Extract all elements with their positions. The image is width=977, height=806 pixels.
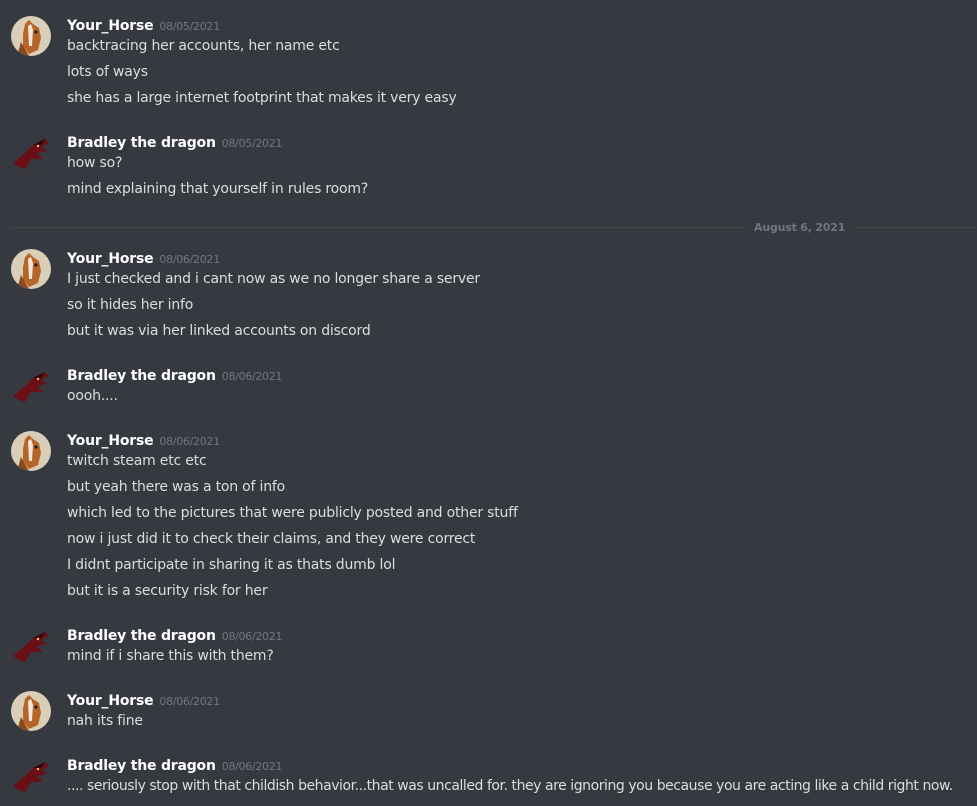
message-header: Bradley the dragon 08/06/2021 (67, 625, 282, 644)
date-divider-label: August 6, 2021 (747, 221, 853, 234)
message-text: but it was via her linked accounts on di… (67, 323, 371, 339)
message-text: oooh.... (67, 388, 118, 404)
message-text: mind explaining that yourself in rules r… (67, 181, 369, 197)
message-text: so it hides her info (67, 297, 194, 313)
username[interactable]: Bradley the dragon (67, 135, 216, 151)
message-text: but it is a security risk for her (67, 583, 268, 599)
username[interactable]: Bradley the dragon (67, 758, 216, 774)
message-text: how so? (67, 155, 123, 171)
message-text: now i just did it to check their claims,… (67, 531, 476, 547)
dragon-avatar-icon[interactable] (11, 756, 51, 796)
message-text: mind if i share this with them? (67, 648, 274, 664)
message-header: Your_Horse 08/06/2021 (67, 690, 220, 709)
username[interactable]: Your_Horse (67, 693, 154, 709)
timestamp: 08/06/2021 (159, 253, 220, 266)
timestamp: 08/06/2021 (159, 695, 220, 708)
horse-avatar-icon[interactable] (11, 16, 51, 56)
message-header: Your_Horse 08/06/2021 (67, 248, 220, 267)
message-text: but yeah there was a ton of info (67, 479, 285, 495)
username[interactable]: Your_Horse (67, 18, 154, 34)
horse-avatar-icon[interactable] (11, 249, 51, 289)
message-header: Bradley the dragon 08/06/2021 (67, 365, 282, 384)
timestamp: 08/06/2021 (159, 435, 220, 448)
message-text: .... seriously stop with that childish b… (67, 778, 953, 794)
message-text: backtracing her accounts, her name etc (67, 38, 340, 54)
username[interactable]: Your_Horse (67, 433, 154, 449)
message-text: I didnt participate in sharing it as tha… (67, 557, 396, 573)
message-header: Your_Horse 08/05/2021 (67, 15, 220, 34)
message-text: I just checked and i cant now as we no l… (67, 271, 480, 287)
timestamp: 08/05/2021 (221, 137, 283, 150)
message-text: she has a large internet footprint that … (67, 90, 457, 106)
message-header: Bradley the dragon 08/06/2021 (67, 755, 282, 774)
message-text: lots of ways (67, 64, 148, 80)
dragon-avatar-icon[interactable] (11, 626, 51, 666)
dragon-avatar-icon[interactable] (11, 366, 51, 406)
timestamp: 08/05/2021 (159, 20, 220, 33)
message-header: Your_Horse 08/06/2021 (67, 430, 220, 449)
username[interactable]: Bradley the dragon (67, 368, 216, 384)
username[interactable]: Bradley the dragon (67, 628, 216, 644)
timestamp: 08/06/2021 (221, 630, 283, 643)
horse-avatar-icon[interactable] (11, 431, 51, 471)
message-text: which led to the pictures that were publ… (67, 505, 518, 521)
timestamp: 08/06/2021 (221, 760, 283, 773)
username[interactable]: Your_Horse (67, 251, 154, 267)
message-header: Bradley the dragon 08/05/2021 (67, 132, 282, 151)
timestamp: 08/06/2021 (221, 370, 283, 383)
horse-avatar-icon[interactable] (11, 691, 51, 731)
dragon-avatar-icon[interactable] (11, 133, 51, 173)
message-text: nah its fine (67, 713, 143, 729)
message-text: twitch steam etc etc (67, 453, 207, 469)
